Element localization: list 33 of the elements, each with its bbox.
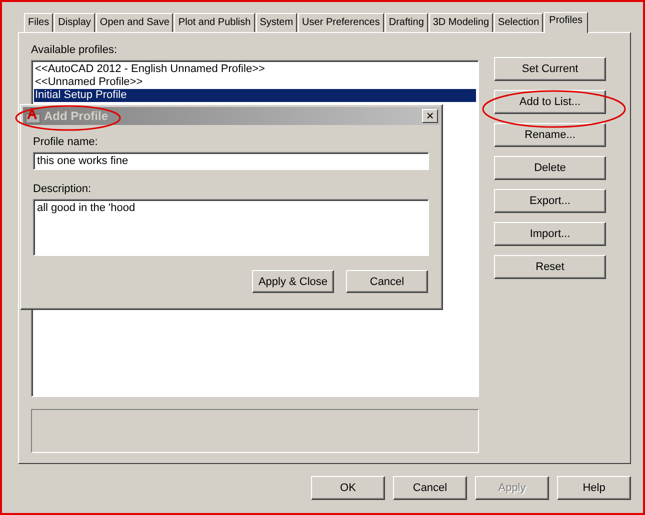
- dialog-button[interactable]: Help: [557, 476, 631, 500]
- dialog-title: Add Profile: [44, 109, 110, 123]
- profile-button[interactable]: Set Current: [494, 57, 606, 81]
- tab[interactable]: User Preferences: [298, 13, 384, 32]
- description-field[interactable]: all good in the 'hood: [33, 199, 429, 256]
- profile-button[interactable]: Rename...: [494, 123, 606, 147]
- tab[interactable]: Drafting: [384, 13, 428, 32]
- list-label: Available profiles:: [31, 43, 118, 57]
- app-icon: [25, 108, 41, 124]
- profile-button[interactable]: Export...: [494, 189, 606, 213]
- dialog-button[interactable]: Apply & Close: [252, 270, 334, 293]
- profile-button[interactable]: Delete: [494, 156, 606, 180]
- dialog-button[interactable]: Cancel: [346, 270, 428, 293]
- field-label: Profile name:: [33, 135, 99, 149]
- profile-button[interactable]: Reset: [494, 255, 606, 279]
- close-button[interactable]: ×: [422, 109, 438, 123]
- tab[interactable]: Plot and Publish: [174, 13, 255, 32]
- tab[interactable]: Display: [54, 13, 95, 32]
- dialog-button[interactable]: OK: [311, 476, 385, 500]
- tab[interactable]: 3D Modeling: [428, 13, 494, 32]
- tab[interactable]: System: [256, 13, 298, 32]
- tab[interactable]: Profiles: [544, 12, 588, 33]
- tab[interactable]: Selection: [494, 13, 544, 32]
- dialog-button[interactable]: Cancel: [393, 476, 467, 500]
- field-label: Description:: [33, 182, 92, 196]
- profile-button[interactable]: Import...: [494, 222, 606, 246]
- tab[interactable]: Open and Save: [96, 13, 174, 32]
- tab[interactable]: Files: [24, 13, 54, 32]
- profile-item[interactable]: <<Unnamed Profile>>: [34, 76, 476, 89]
- profile-name-field[interactable]: this one works fine: [33, 152, 429, 170]
- profile-item[interactable]: Initial Setup Profile: [34, 89, 476, 102]
- profile-button[interactable]: Add to List...: [494, 90, 606, 114]
- profile-item[interactable]: <<AutoCAD 2012 - English Unnamed Profile>>: [34, 63, 476, 76]
